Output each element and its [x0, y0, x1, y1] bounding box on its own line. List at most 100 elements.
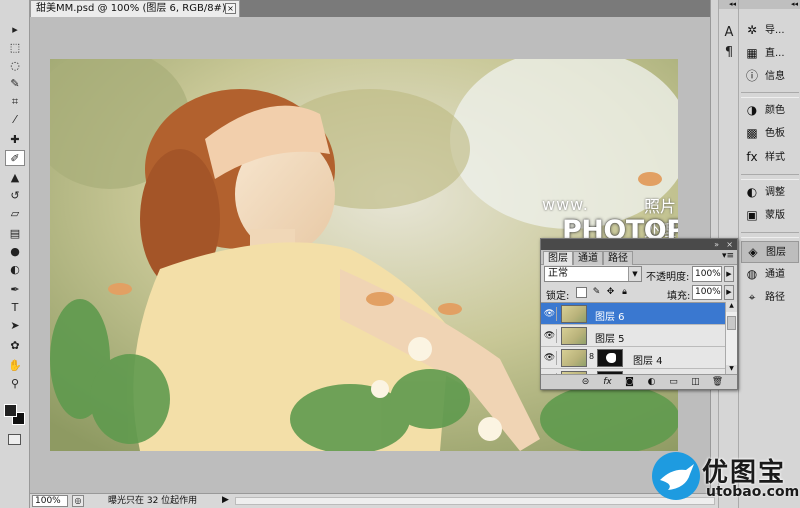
panel-button-masks[interactable]: ▣ 蒙版 [741, 205, 799, 227]
channels-icon: ◍ [746, 267, 758, 281]
fill-slider-button[interactable]: ▶ [724, 285, 734, 300]
layers-panel-tabs: 图层 通道 路径 ▾≡ [541, 250, 737, 265]
panel-button-layers[interactable]: ◈ 图层 [741, 241, 799, 263]
paragraph-icon[interactable]: ¶ [721, 44, 737, 62]
panel-button-label: 通道 [765, 269, 785, 280]
navigator-icon: ✲ [746, 23, 758, 37]
layer-row[interactable]: 👁︎ 图层 6 [541, 303, 726, 325]
blur-tool-icon[interactable]: ● [5, 244, 25, 260]
layers-panel-footer: ⊝ fx ◙ ◐ ▭ ◫ 🗑︎ [541, 374, 737, 389]
dock-separator [741, 174, 799, 180]
dock-collapse-icon[interactable]: ◂◂ [719, 0, 738, 9]
status-message: 曝光只在 32 位起作用 [108, 496, 198, 506]
lock-transparent-icon[interactable] [576, 287, 587, 298]
blend-mode-value: 正常 [548, 268, 568, 279]
panel-button-label: 路径 [765, 292, 785, 303]
eye-icon[interactable]: 👁︎ [543, 351, 557, 365]
panel-button-info[interactable]: ⓘ 信息 [741, 66, 799, 88]
foreground-color-swatch[interactable] [4, 404, 17, 417]
status-bar: 100% ◎ 曝光只在 32 位起作用 ▶ [30, 493, 718, 508]
opacity-field[interactable]: 100% [692, 266, 722, 282]
site-logo: 优图宝 utobao.com [650, 448, 800, 506]
masks-icon: ▣ [746, 208, 758, 222]
character-icon[interactable]: A [721, 24, 737, 42]
opacity-label: 不透明度: [646, 272, 690, 283]
swatches-icon: ▩ [746, 126, 758, 140]
path-select-tool-icon[interactable]: ➤ [5, 318, 25, 334]
status-menu-arrow-icon[interactable]: ▶ [222, 495, 229, 505]
info-icon: ⓘ [745, 69, 758, 83]
add-mask-icon[interactable]: ◙ [623, 376, 636, 388]
document-tab[interactable]: 甜美MM.psd @ 100% (图层 6, RGB/8#) * × [30, 0, 240, 17]
brush-tool-icon[interactable]: ✐ [5, 150, 25, 166]
zoom-field[interactable]: 100% [32, 495, 68, 507]
healing-tool-icon[interactable]: ✚ [5, 132, 25, 148]
lock-all-icon[interactable]: 🔒︎ [619, 287, 630, 298]
dock-separator [741, 92, 799, 98]
panel-button-color[interactable]: ◑ 颜色 [741, 100, 799, 122]
eraser-tool-icon[interactable]: ▱ [5, 206, 25, 222]
color-icon: ◑ [746, 103, 758, 117]
panel-button-label: 样式 [765, 152, 785, 163]
panel-button-label: 颜色 [765, 105, 785, 116]
layer-row[interactable]: 👁︎ 8 图层 4 [541, 347, 726, 369]
panel-button-navigator[interactable]: ✲ 导... [741, 20, 799, 42]
pen-tool-icon[interactable]: ✒ [5, 282, 25, 298]
panel-menu-icon[interactable]: ▾≡ [722, 251, 734, 261]
tab-paths[interactable]: 路径 [603, 251, 633, 265]
gradient-tool-icon[interactable]: ▤ [5, 226, 25, 242]
shape-tool-icon[interactable]: ✿ [5, 338, 25, 354]
move-tool-icon[interactable]: ▸ [5, 22, 25, 38]
marquee-tool-icon[interactable]: ⬚ [5, 40, 25, 56]
opacity-slider-button[interactable]: ▶ [724, 266, 734, 282]
new-group-icon[interactable]: ▭ [667, 376, 680, 388]
dodge-tool-icon[interactable]: ◐ [5, 262, 25, 278]
horizontal-scrollbar[interactable] [235, 497, 715, 505]
layer-row[interactable]: 👁︎ 图层 5 [541, 325, 726, 347]
lock-position-icon[interactable]: ✥ [605, 287, 616, 298]
clone-stamp-tool-icon[interactable]: ▲ [5, 170, 25, 186]
close-panel-icon[interactable]: × [726, 239, 733, 250]
document-title: 甜美MM.psd @ 100% (图层 6, RGB/8#) * [36, 3, 235, 14]
dock-expand-icon[interactable]: ◂◂ [739, 0, 800, 9]
panel-button-styles[interactable]: fx 样式 [741, 147, 799, 169]
layer-style-icon[interactable]: fx [601, 376, 614, 388]
status-info-icon[interactable]: ◎ [72, 495, 84, 507]
new-layer-icon[interactable]: ◫ [689, 376, 702, 388]
zoom-tool-icon[interactable]: ⚲ [5, 376, 25, 392]
type-tool-icon[interactable]: T [5, 300, 25, 316]
tab-channels[interactable]: 通道 [573, 251, 603, 265]
tab-layers[interactable]: 图层 [543, 251, 573, 265]
panel-button-channels[interactable]: ◍ 通道 [741, 264, 799, 286]
adjustments-icon: ◐ [746, 185, 758, 199]
layer-list-scrollbar[interactable]: ▲ ▼ [725, 302, 737, 375]
eyedropper-tool-icon[interactable]: ⁄ [5, 112, 25, 128]
fill-field[interactable]: 100% [692, 285, 722, 300]
close-icon[interactable]: × [225, 3, 236, 14]
watermark-url: www. [542, 195, 589, 214]
quick-select-tool-icon[interactable]: ✎ [5, 76, 25, 92]
scroll-up-icon[interactable]: ▲ [726, 302, 737, 312]
scroll-thumb[interactable] [727, 316, 736, 330]
eye-icon[interactable]: 👁︎ [543, 329, 557, 343]
delete-layer-icon[interactable]: 🗑︎ [711, 376, 724, 388]
eye-icon[interactable]: 👁︎ [543, 307, 557, 321]
blend-mode-select[interactable]: 正常 ▼ [544, 266, 642, 282]
panel-button-swatches[interactable]: ▩ 色板 [741, 123, 799, 145]
link-layers-icon[interactable]: ⊝ [579, 376, 592, 388]
lock-image-icon[interactable]: ✎ [591, 287, 602, 298]
layer-mask-thumbnail[interactable] [597, 349, 623, 367]
panel-button-histogram[interactable]: ▦ 直... [741, 43, 799, 65]
history-brush-tool-icon[interactable]: ↺ [5, 188, 25, 204]
crop-tool-icon[interactable]: ⌗ [5, 94, 25, 110]
adjustment-layer-icon[interactable]: ◐ [645, 376, 658, 388]
panel-button-label: 调整 [765, 187, 785, 198]
lasso-tool-icon[interactable]: ◌ [5, 58, 25, 74]
collapse-panel-icon[interactable]: » [714, 239, 719, 250]
lock-label: 锁定: [546, 291, 570, 302]
panel-button-paths[interactable]: ⌖ 路径 [741, 287, 799, 309]
panel-button-adjustments[interactable]: ◐ 调整 [741, 182, 799, 204]
quick-mask-icon[interactable] [8, 434, 21, 445]
chain-icon[interactable]: 8 [589, 352, 594, 361]
hand-tool-icon[interactable]: ✋ [5, 358, 25, 374]
